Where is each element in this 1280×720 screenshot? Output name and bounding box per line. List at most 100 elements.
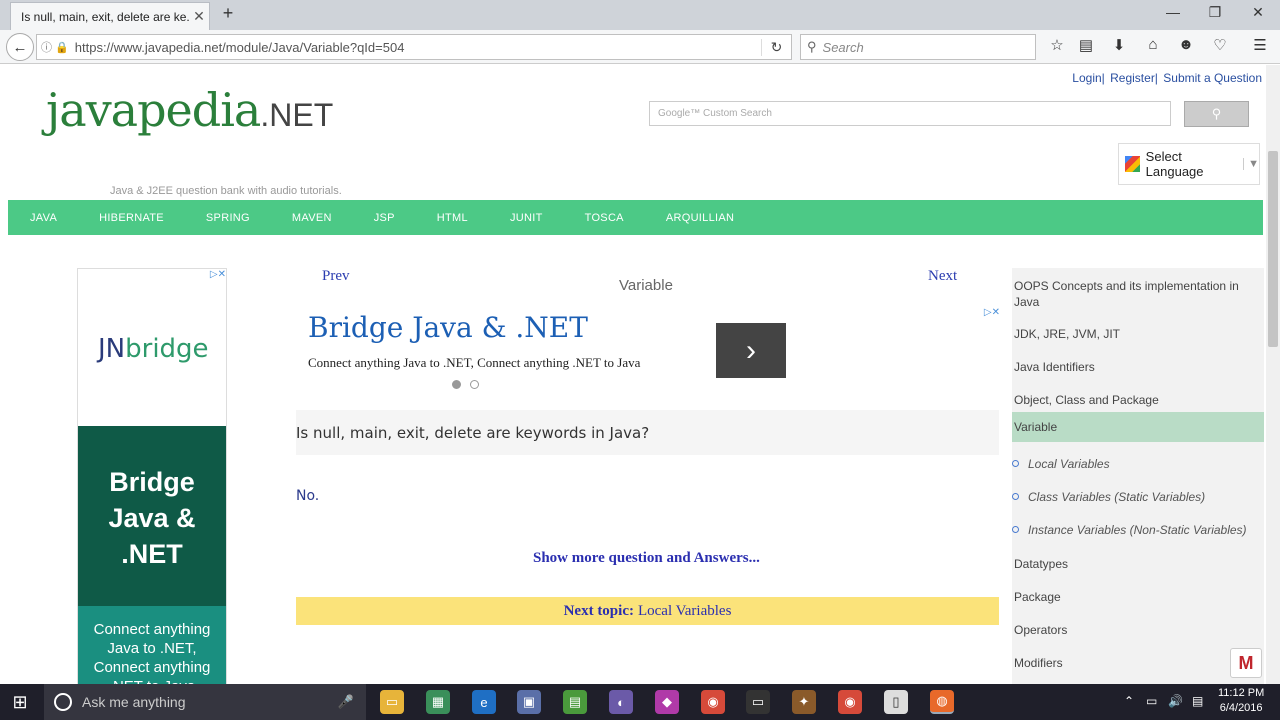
new-tab-icon[interactable]: + <box>218 3 238 24</box>
browser-tab[interactable]: Is null, main, exit, delete are ke... ✕ <box>10 2 210 30</box>
command-prompt-icon[interactable]: ▭ <box>746 690 770 714</box>
eclipse-icon[interactable]: ◐ <box>609 690 633 714</box>
battery-icon[interactable]: ▭ <box>1146 694 1157 708</box>
submit-question-link[interactable]: Submit a Question <box>1163 71 1262 85</box>
next-link[interactable]: Next <box>928 268 957 285</box>
menu-spring[interactable]: SPRING <box>206 212 250 224</box>
ad-headline: Bridge Java & .NET <box>78 426 226 606</box>
site-logo[interactable]: javapedia.NET <box>46 83 333 137</box>
windows-start-icon[interactable]: ⊞ <box>10 692 30 712</box>
bullet-icon <box>1012 460 1019 467</box>
home-icon[interactable]: ⌂ <box>1140 36 1166 53</box>
bullet-icon <box>1012 526 1019 533</box>
dropdown-arrow-icon: ▼ <box>1243 158 1259 170</box>
side-advertisement[interactable]: ▷✕ JNbridge Bridge Java & .NET Connect a… <box>77 268 227 684</box>
chat-icon[interactable]: ☻ <box>1173 36 1199 53</box>
menu-tosca[interactable]: TOSCA <box>585 212 624 224</box>
chrome-icon[interactable]: ◉ <box>701 690 725 714</box>
banner-subtext: Connect anything Java to .NET, Connect a… <box>308 355 641 370</box>
address-bar[interactable]: ⓘ 🔒 https://www.javapedia.net/module/Jav… <box>36 34 792 60</box>
search-icon: ⚲ <box>807 39 817 54</box>
sidebar-item-identifiers[interactable]: Java Identifiers <box>1012 359 1264 375</box>
sidebar-item-variable[interactable]: Variable <box>1012 412 1264 442</box>
bookmark-star-icon[interactable]: ☆ <box>1044 36 1070 54</box>
document-icon[interactable]: ▯ <box>884 690 908 714</box>
subitem-label: Class Variables (Static Variables) <box>1028 490 1206 504</box>
carousel-dot[interactable] <box>470 380 479 389</box>
volume-icon[interactable]: 🔊 <box>1168 694 1183 708</box>
banner-advertisement[interactable]: Bridge Java & .NET Connect anything Java… <box>296 305 1000 400</box>
answer-text: No. <box>296 488 320 504</box>
language-select[interactable]: Select Language ▼ <box>1118 143 1260 185</box>
sidebar-item-jdk[interactable]: JDK, JRE, JVM, JIT <box>1012 326 1264 342</box>
reading-list-icon[interactable]: ▤ <box>1073 36 1099 54</box>
carousel-dot[interactable] <box>452 380 461 389</box>
tab-bar: Is null, main, exit, delete are ke... ✕ … <box>0 0 1280 30</box>
game-icon[interactable]: ✦ <box>792 690 816 714</box>
scrollbar-thumb[interactable] <box>1268 151 1278 347</box>
next-topic-link[interactable]: Local Variables <box>638 603 731 620</box>
browser-window: Is null, main, exit, delete are ke... ✕ … <box>0 0 1280 720</box>
menu-arquillian[interactable]: ARQUILLIAN <box>666 212 734 224</box>
back-icon[interactable]: ← <box>6 33 34 61</box>
mcafee-icon[interactable]: M <box>1230 648 1262 678</box>
internet-explorer-icon[interactable]: e <box>472 690 496 714</box>
chevron-right-icon[interactable]: › <box>716 323 786 378</box>
menu-junit[interactable]: JUNIT <box>510 212 543 224</box>
menu-java[interactable]: JAVA <box>30 212 57 224</box>
notifications-icon[interactable]: ▤ <box>1192 694 1203 708</box>
sidebar-item-oops[interactable]: OOPS Concepts and its implementation in … <box>1012 278 1264 310</box>
search-input[interactable]: ⚲ Search <box>800 34 1036 60</box>
cortana-placeholder: Ask me anything <box>82 694 186 710</box>
web-page: Login| Register| Submit a Question javap… <box>0 65 1266 684</box>
login-link[interactable]: Login| <box>1072 71 1104 85</box>
sidebar-subitem-local[interactable]: Local Variables <box>1012 457 1264 471</box>
ad-choices-icon[interactable]: ▷✕ <box>210 269 226 280</box>
search-placeholder: Search <box>822 39 864 55</box>
menu-jsp[interactable]: JSP <box>374 212 395 224</box>
site-info-icon[interactable]: ⓘ 🔒 <box>37 39 75 55</box>
notepad-icon[interactable]: ▤ <box>563 690 587 714</box>
microphone-icon[interactable]: 🎤 <box>338 694 354 710</box>
ad-choices-icon[interactable]: ▷✕ <box>984 307 1000 318</box>
google-search-button[interactable]: ⚲ <box>1184 101 1249 127</box>
tab-title: Is null, main, exit, delete are ke... <box>21 9 189 24</box>
firefox-icon[interactable]: ◍ <box>930 690 954 714</box>
menu-maven[interactable]: MAVEN <box>292 212 332 224</box>
windows-taskbar: ⊞ Ask me anything 🎤 ▭ ▦ e ▣ ▤ ◐ ◆ ◉ ▭ ✦ … <box>0 684 1280 720</box>
sidebar-subitem-class[interactable]: Class Variables (Static Variables) <box>1012 490 1264 504</box>
sidebar-item-modifiers[interactable]: Modifiers <box>1012 655 1264 671</box>
sidebar-item-operators[interactable]: Operators <box>1012 622 1264 638</box>
prev-link[interactable]: Prev <box>322 268 350 285</box>
tagline: Java & J2EE question bank with audio tut… <box>110 185 342 197</box>
account-links: Login| Register| Submit a Question <box>1070 71 1262 85</box>
file-explorer-icon[interactable]: ▭ <box>380 690 404 714</box>
menu-icon[interactable]: ☰ <box>1247 36 1273 54</box>
network-icon[interactable]: ▣ <box>517 690 541 714</box>
page-scrollbar[interactable] <box>1266 65 1280 684</box>
restore-icon[interactable]: ❐ <box>1200 4 1230 21</box>
sidebar-item-package[interactable]: Package <box>1012 589 1264 605</box>
system-clock[interactable]: 11:12 PM 6/4/2016 <box>1218 686 1264 716</box>
close-window-icon[interactable]: ✕ <box>1243 4 1273 21</box>
close-tab-icon[interactable]: ✕ <box>189 8 209 25</box>
pocket-icon[interactable]: ♡ <box>1207 36 1233 54</box>
cortana-search[interactable]: Ask me anything 🎤 <box>44 684 366 720</box>
downloads-icon[interactable]: ⬇ <box>1106 36 1132 54</box>
next-topic-bar: Next topic: Local Variables <box>296 597 999 625</box>
reload-icon[interactable]: ↻ <box>761 38 791 56</box>
show-more-link[interactable]: Show more question and Answers... <box>533 550 760 567</box>
register-link[interactable]: Register| <box>1110 71 1158 85</box>
chevron-up-icon[interactable]: ⌃ <box>1124 694 1134 708</box>
chrome-icon[interactable]: ◉ <box>838 690 862 714</box>
app-icon[interactable]: ▦ <box>426 690 450 714</box>
sidebar-item-object-class[interactable]: Object, Class and Package <box>1012 392 1264 408</box>
minimize-icon[interactable]: — <box>1158 4 1188 20</box>
menu-html[interactable]: HTML <box>437 212 468 224</box>
google-search-input[interactable]: Google™ Custom Search <box>649 101 1171 126</box>
media-icon[interactable]: ◆ <box>655 690 679 714</box>
menu-hibernate[interactable]: HIBERNATE <box>99 212 164 224</box>
sidebar-item-datatypes[interactable]: Datatypes <box>1012 556 1264 572</box>
logo-part-jn: JN <box>98 334 126 364</box>
sidebar-subitem-instance[interactable]: Instance Variables (Non-Static Variables… <box>1012 523 1264 537</box>
